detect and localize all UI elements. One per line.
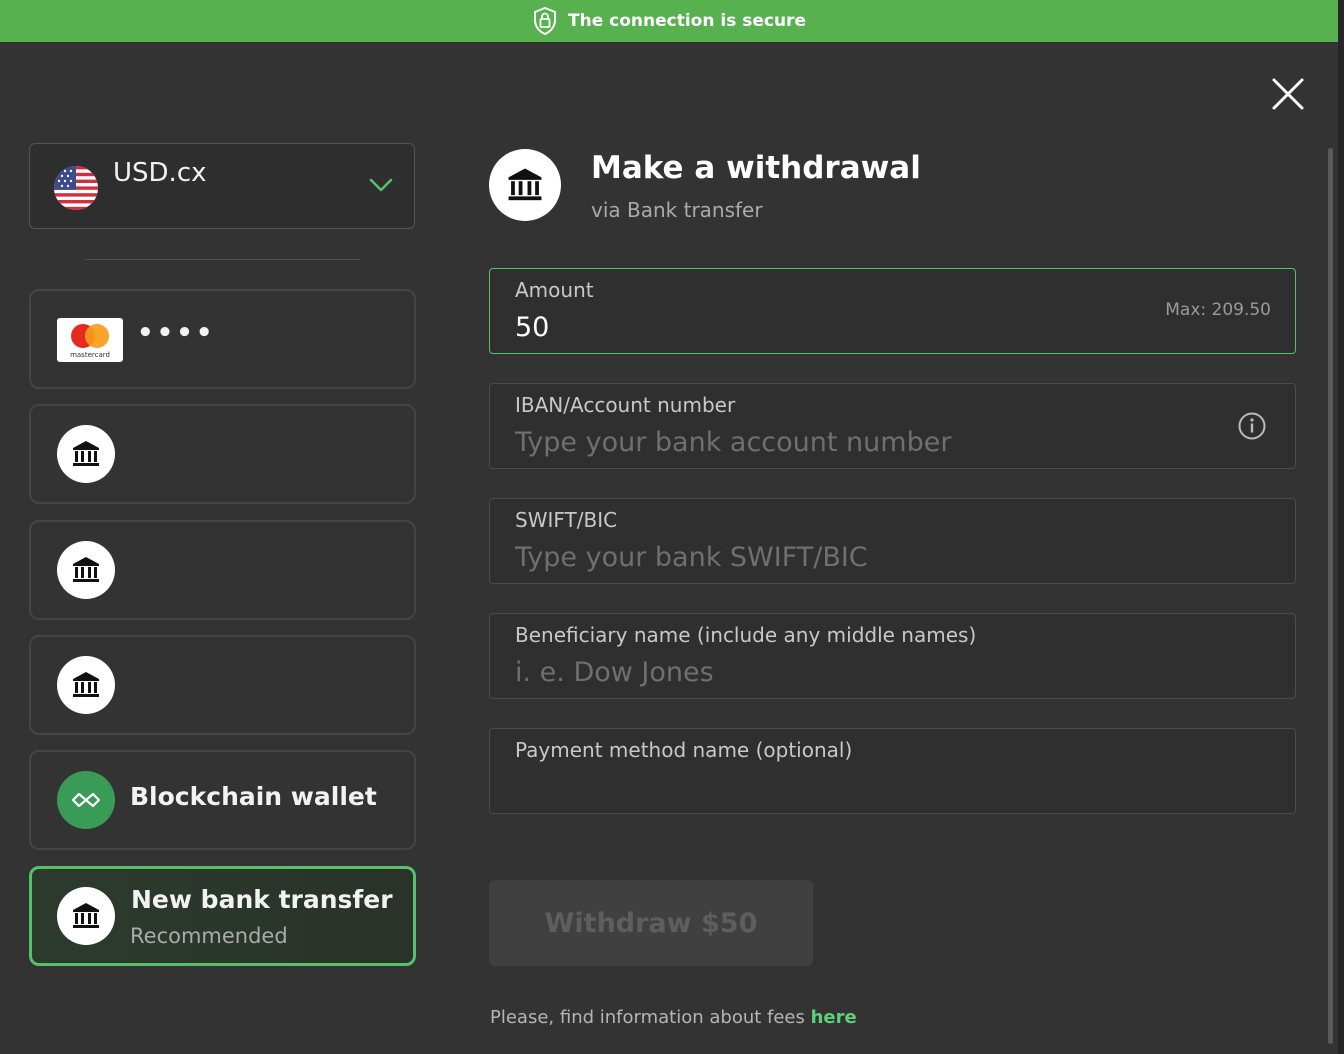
secure-connection-banner: The connection is secure [0, 0, 1338, 42]
withdrawal-modal: USD.cx mastercard •••• Blockchain wallet… [0, 42, 1338, 1054]
scrollbar[interactable] [1328, 148, 1333, 1044]
bank-icon [57, 425, 115, 483]
window-edge [1338, 0, 1344, 1054]
fees-text: Please, find information about fees [490, 1007, 811, 1028]
amount-field[interactable]: Amount Max: 209.50 [489, 268, 1296, 354]
beneficiary-input[interactable] [515, 654, 1205, 690]
currency-name: USD.cx [113, 158, 207, 188]
bank-icon [57, 656, 115, 714]
lock-shield-icon [534, 6, 556, 36]
mastercard-logo: mastercard [57, 318, 123, 362]
us-flag-icon [54, 166, 98, 210]
swift-input[interactable] [515, 539, 1205, 575]
payment-method-name-field[interactable]: Payment method name (optional) [489, 728, 1296, 814]
bank-icon [57, 887, 115, 945]
beneficiary-field[interactable]: Beneficiary name (include any middle nam… [489, 613, 1296, 699]
bank-icon [57, 541, 115, 599]
blockchain-icon [57, 771, 115, 829]
iban-input[interactable] [515, 424, 1205, 460]
swift-field[interactable]: SWIFT/BIC [489, 498, 1296, 584]
fees-link[interactable]: here [811, 1007, 857, 1028]
payment-method-blockchain-wallet[interactable]: Blockchain wallet [29, 750, 416, 850]
method-label: New bank transfer [131, 885, 393, 914]
beneficiary-label: Beneficiary name (include any middle nam… [515, 623, 977, 647]
close-button[interactable] [1270, 76, 1306, 112]
payment-method-card[interactable]: mastercard •••• [29, 289, 416, 389]
payment-method-bank-3[interactable] [29, 635, 416, 735]
payment-method-bank-2[interactable] [29, 520, 416, 620]
amount-input[interactable] [515, 309, 1205, 345]
payment-method-new-bank-transfer[interactable]: New bank transfer Recommended [29, 866, 416, 966]
payment-method-bank-1[interactable] [29, 404, 416, 504]
payment-method-name-label: Payment method name (optional) [515, 738, 853, 762]
amount-label: Amount [515, 278, 594, 302]
currency-dropdown[interactable]: USD.cx [29, 143, 415, 229]
chevron-down-icon [369, 178, 393, 192]
iban-label: IBAN/Account number [515, 393, 736, 417]
method-label: Blockchain wallet [130, 782, 377, 811]
close-icon [1272, 78, 1304, 110]
divider [85, 259, 360, 260]
withdraw-button[interactable]: Withdraw $50 [489, 880, 813, 966]
card-number-masked: •••• [137, 318, 216, 348]
mastercard-logo-text: mastercard [70, 351, 110, 359]
page-subtitle: via Bank transfer [591, 198, 763, 222]
page-title: Make a withdrawal [591, 150, 921, 186]
recommended-label: Recommended [130, 924, 288, 948]
swift-label: SWIFT/BIC [515, 508, 618, 532]
iban-field[interactable]: IBAN/Account number [489, 383, 1296, 469]
payment-method-name-input[interactable] [515, 769, 1205, 805]
fees-info: Please, find information about fees here [490, 1007, 857, 1028]
info-icon[interactable] [1237, 411, 1267, 441]
secure-banner-text: The connection is secure [568, 11, 806, 31]
max-amount: Max: 209.50 [1165, 300, 1271, 320]
bank-icon [489, 149, 561, 221]
